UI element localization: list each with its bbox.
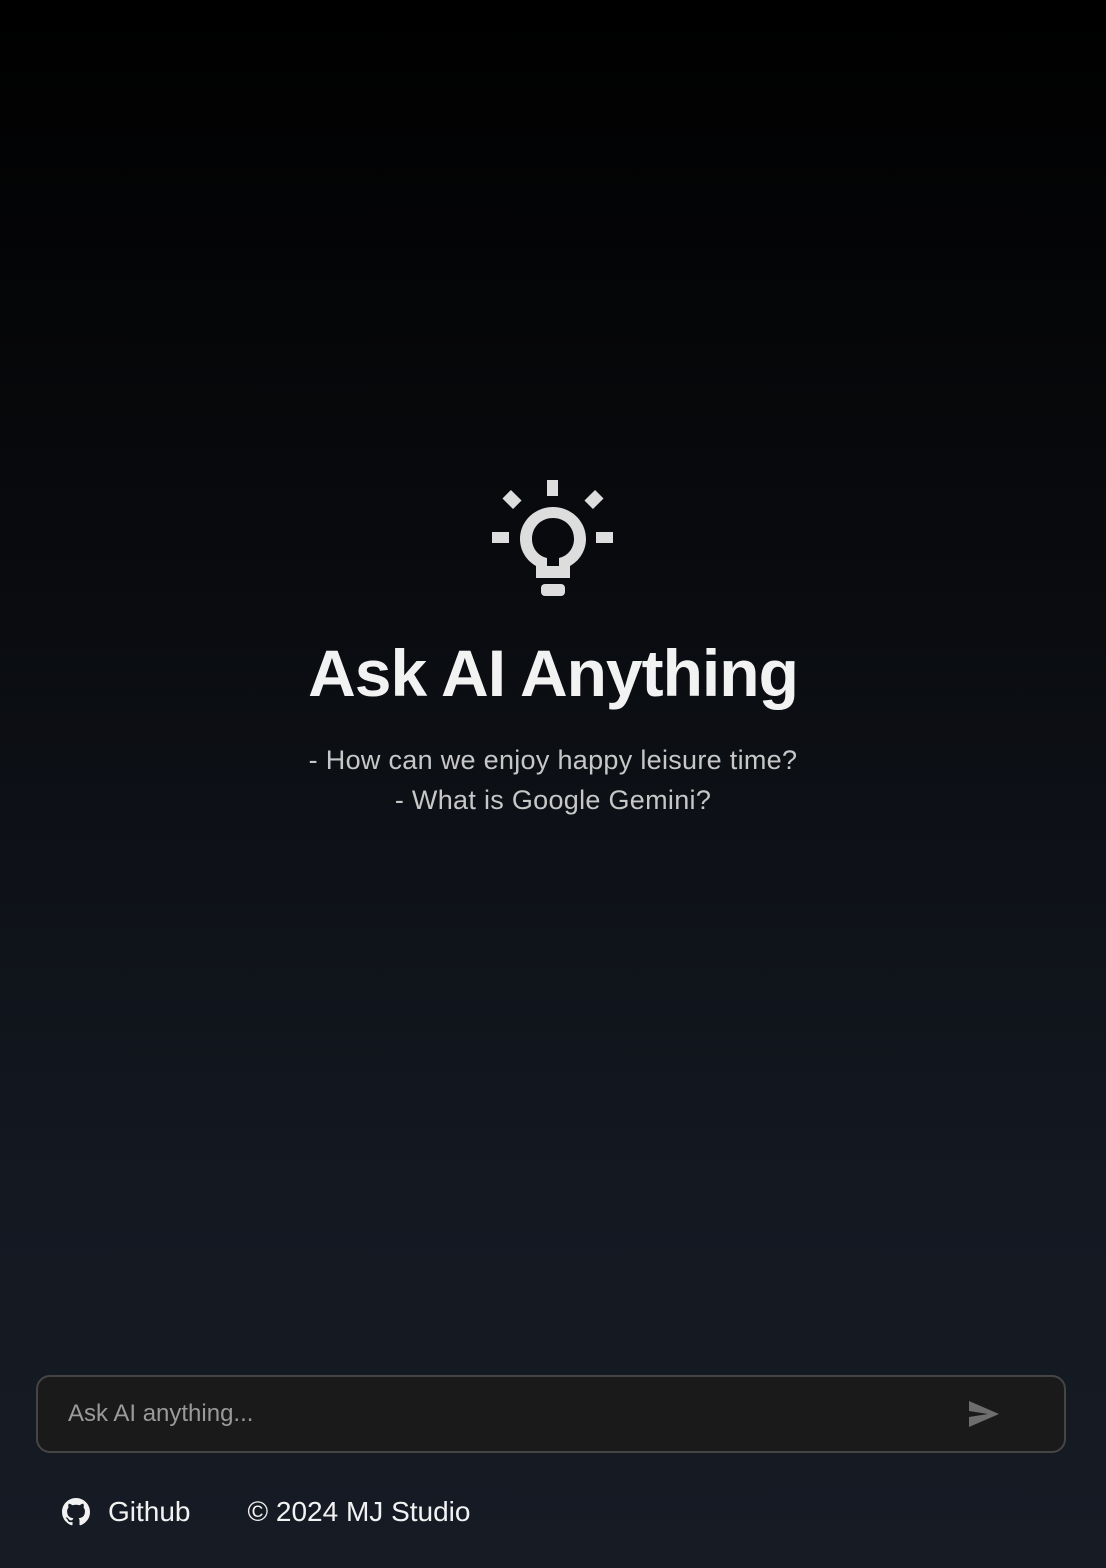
hero-section: Ask AI Anything - How can we enjoy happy… [0,478,1106,820]
footer: Github © 2024 MJ Studio [62,1490,470,1534]
chat-input-container [36,1375,1066,1453]
github-link[interactable]: Github [62,1496,191,1528]
send-icon [969,1401,999,1427]
example-prompts: - How can we enjoy happy leisure time? -… [309,740,798,820]
lightbulb-icon [492,480,613,596]
send-button[interactable] [964,1394,1004,1434]
example-prompt[interactable]: - What is Google Gemini? [309,780,798,820]
page-title: Ask AI Anything [308,636,799,710]
chat-input[interactable] [38,1377,964,1451]
github-icon [62,1498,90,1526]
copyright-text: © 2024 MJ Studio [247,1496,471,1527]
example-prompt[interactable]: - How can we enjoy happy leisure time? [309,740,798,780]
github-label: Github [108,1496,191,1527]
